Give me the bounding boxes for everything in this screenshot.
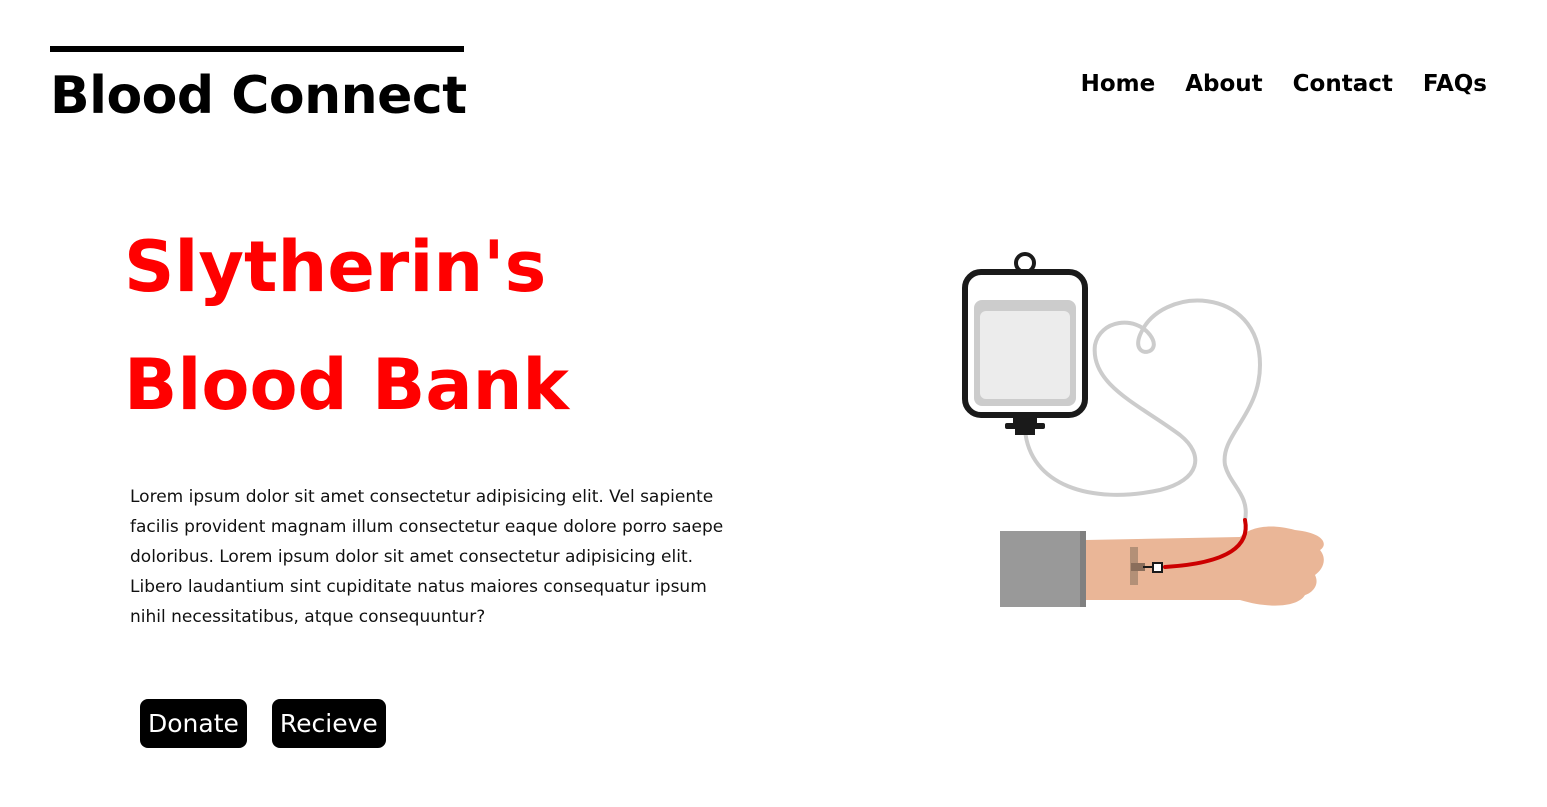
nav-contact[interactable]: Contact [1293, 68, 1393, 100]
brand-underline [50, 46, 464, 52]
hero-title-line2: Blood Bank [124, 344, 569, 426]
site-logo[interactable]: Blood Connect [50, 64, 467, 128]
nav-about[interactable]: About [1185, 68, 1262, 100]
main-nav: Home About Contact FAQs [1081, 68, 1487, 100]
blood-bag-transfusion-icon [950, 245, 1340, 625]
hero-title: Slytherin's Blood Bank [124, 208, 569, 444]
nav-faqs[interactable]: FAQs [1423, 68, 1487, 100]
nav-home[interactable]: Home [1081, 68, 1156, 100]
hero-actions: Donate Recieve [140, 699, 386, 748]
donate-button[interactable]: Donate [140, 699, 247, 748]
recieve-button[interactable]: Recieve [271, 699, 386, 748]
hero-title-line1: Slytherin's [124, 226, 547, 308]
hero-description: Lorem ipsum dolor sit amet consectetur a… [130, 487, 724, 627]
